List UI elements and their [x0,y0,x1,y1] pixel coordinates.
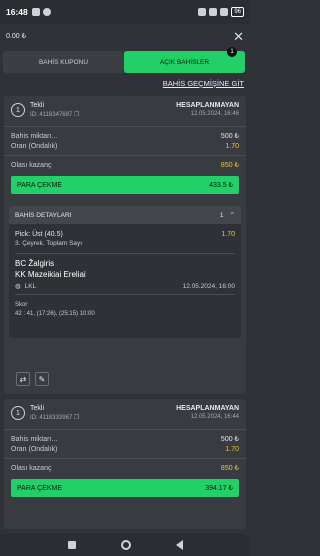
recent-apps-icon[interactable] [67,541,76,549]
stake-row: Bahis miktarı... 500 ₺ [4,131,246,141]
bet-date: 12.05.2024, 16:46 [190,111,239,117]
bet-status: HESAPLANMAYAN [176,102,239,109]
league-row: ◍ LKL 12.05.2024, 16:00 [9,280,241,292]
score-value: 42 : 41, (17:26), (25:15) 10:00 [15,311,95,317]
bet-actions: ⇄ ✎ [16,372,49,386]
cashout-button[interactable]: PARA ÇEKME 433.5 ₺ [11,176,239,194]
cashout-button[interactable]: PARA ÇEKME 394.17 ₺ [11,479,239,497]
bet-id: ID: 4118347687 [30,112,73,118]
tab-open-bets[interactable]: AÇIK BAHİSLER 1 [124,47,245,73]
edit-icon[interactable]: ✎ [35,372,49,386]
potential-win-row: Olası kazanç 850 ₺ [4,160,246,170]
stake-label: Bahis miktarı... [11,435,58,443]
notification-icons [31,8,51,16]
cashout-amount: 433.5 ₺ [209,182,233,189]
divider [15,294,235,295]
bet-details-title: BAHİS DETAYLARI [15,211,72,219]
pick-row: Pick: Üst (40.5) 1.70 [9,224,241,238]
tab-bet-coupon[interactable]: BAHİS KUPONU [3,51,124,73]
divider [4,458,246,459]
copy-icon[interactable]: ❐ [74,112,79,118]
repeat-icon[interactable]: ⇄ [16,372,30,386]
stake-value: 500 ₺ [220,133,239,140]
tab-label: BAHİS KUPONU [38,58,89,66]
bet-date: 12.05.2024, 16:44 [190,414,239,420]
stake-value: 500 ₺ [220,436,239,443]
odds-label: Oran (Ondalık) [11,445,58,453]
top-bar: 0.00 ₺ ✕ [0,24,250,48]
game-date: 12.05.2024, 16:00 [182,282,235,290]
bet-details-count: 1 [219,211,224,219]
home-team: BC Žalgiris [15,259,55,268]
score-label: Skor [15,302,28,308]
bet-number: 1 [11,103,25,117]
balance: 0.00 ₺ [6,33,27,40]
odds-row: Oran (Ondalık) 1.70 [4,141,246,151]
bet-id-row: ID: 4118333967 ❐ [30,414,79,421]
tab-label: AÇIK BAHİSLER [159,58,210,66]
open-bets-count-badge: 1 [227,47,237,57]
cashout-amount: 394.17 ₺ [205,485,233,492]
score-block: Skor 42 : 41, (17:26), (25:15) 10:00 [9,297,241,319]
away-team: KK Mazeikiai Ereliai [15,270,86,279]
wifi-icon [209,8,218,16]
bet-type: Tekli [30,405,45,412]
odds-row: Oran (Ondalık) 1.70 [4,444,246,454]
stake-label: Bahis miktarı... [11,132,58,140]
divider [4,155,246,156]
odds-label: Oran (Ondalık) [11,142,58,150]
divider [15,253,235,254]
copy-icon[interactable]: ❐ [74,415,79,421]
system-icons: 96 [198,7,244,17]
cashout-label: PARA ÇEKME [17,484,62,492]
bet-id-row: ID: 4118347687 ❐ [30,111,79,118]
data-icon [198,8,207,16]
android-nav-bar [0,534,250,556]
odds-value: 1.70 [225,445,239,453]
pick-label: Pick: Üst (40.5) [15,231,63,238]
home-icon[interactable] [120,540,131,550]
bet-card: 1 Tekli ID: 4118347687 ❐ HESAPLANMAYAN 1… [4,96,246,394]
pick-odd: 1.70 [221,231,235,238]
signal-icon [220,8,229,16]
market-name: 3. Çeyrek. Toplam Sayı [15,240,83,247]
bet-status: HESAPLANMAYAN [176,405,239,412]
bet-number: 1 [11,406,25,420]
status-bar: 16:48 96 [0,0,250,24]
globe-icon: ◍ [15,283,21,290]
bet-details-header[interactable]: BAHİS DETAYLARI 1 ⌃ [9,206,241,224]
odds-value: 1.70 [225,142,239,150]
divider [4,429,246,430]
stake-row: Bahis miktarı... 500 ₺ [4,434,246,444]
bet-type: Tekli [30,102,45,109]
betslip-tabs: BAHİS KUPONU AÇIK BAHİSLER 1 [3,47,245,73]
league-name: LKL [24,282,37,290]
back-icon[interactable] [175,540,183,550]
status-time: 16:48 [6,7,28,17]
cashout-label: PARA ÇEKME [17,181,62,189]
battery-icon: 96 [231,7,244,17]
bet-card: 1 Tekli ID: 4118333967 ❐ HESAPLANMAYAN 1… [4,399,246,529]
potential-win-value: 850 ₺ [220,162,239,169]
close-icon[interactable]: ✕ [233,30,244,43]
divider [4,126,246,127]
potential-win-row: Olası kazanç 850 ₺ [4,463,246,473]
potential-win-label: Olası kazanç [11,464,52,472]
bet-card-header: 1 Tekli ID: 4118333967 ❐ HESAPLANMAYAN 1… [4,399,246,425]
potential-win-label: Olası kazanç [11,161,52,169]
potential-win-value: 850 ₺ [220,465,239,472]
bet-card-header: 1 Tekli ID: 4118347687 ❐ HESAPLANMAYAN 1… [4,96,246,122]
bet-id: ID: 4118333967 [30,415,73,421]
bet-details-panel: BAHİS DETAYLARI 1 ⌃ Pick: Üst (40.5) 1.7… [9,206,241,338]
notification-icon [31,8,40,16]
bet-history-link[interactable]: BAHİS GEÇMİŞİNE GİT [163,79,244,88]
chevron-up-icon[interactable]: ⌃ [230,211,235,219]
whatsapp-icon [42,8,51,16]
